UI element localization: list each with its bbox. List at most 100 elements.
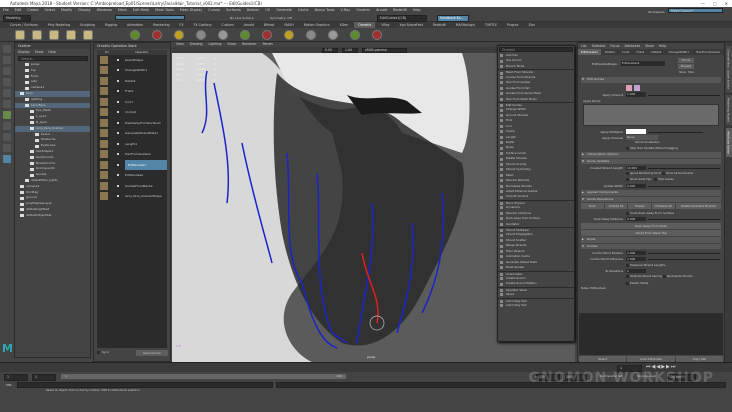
section-guide-updates[interactable]: Guide Updates — [581, 158, 721, 164]
guide-op-button[interactable]: Hide — [581, 203, 604, 209]
optimize-checkbox[interactable] — [626, 274, 629, 278]
custom-layout-icon[interactable] — [3, 155, 11, 163]
operator-row[interactable]: GuidesFromMesh2 — [97, 181, 167, 192]
shelf-tool-icon[interactable] — [15, 30, 25, 40]
outliner-menu-show[interactable]: Show — [35, 49, 44, 55]
operator-row[interactable]: larry_face_bremerShape — [97, 192, 167, 202]
operator-row[interactable]: Clump1 — [97, 108, 167, 118]
two-pane-layout-icon[interactable] — [3, 133, 11, 141]
workspace-select[interactable]: Maya Classic* — [668, 8, 723, 13]
enabled-toggle[interactable] — [117, 100, 119, 103]
outliner-search-input[interactable]: Search... — [18, 56, 88, 61]
operator-row[interactable]: beardShape — [97, 55, 167, 66]
select-tool-icon[interactable] — [3, 45, 11, 53]
quick-select-field[interactable]: EditGuides1(CB) — [377, 15, 427, 22]
enabled-toggle[interactable] — [117, 58, 119, 61]
section-applied-components[interactable]: Applied Components — [581, 190, 721, 196]
show-guide-tips-checkbox[interactable] — [626, 177, 629, 181]
undo-push-checkbox[interactable] — [626, 211, 629, 215]
rotate-tool-icon[interactable] — [3, 89, 11, 97]
apply-multiplier-slider[interactable] — [648, 131, 703, 133]
apply-multiplier-swatch[interactable] — [626, 129, 646, 134]
focus-button[interactable]: Focus — [678, 58, 694, 63]
ae-tab[interactable]: ChangeWidth1 — [665, 49, 692, 55]
move-tool-icon[interactable] — [3, 78, 11, 86]
shelf-tool-icon[interactable] — [83, 30, 93, 40]
scale-tool-icon[interactable] — [3, 100, 11, 108]
operator-row[interactable]: Frizz1 — [97, 87, 167, 97]
shelf-tool-icon[interactable] — [328, 30, 338, 40]
operator-row[interactable]: Detail1 — [97, 76, 167, 87]
outliner-item[interactable]: defaultObjectSet — [15, 213, 90, 219]
comb-mode-icon[interactable] — [634, 84, 640, 91]
operator-row[interactable]: GenerateStrandData1 — [97, 129, 167, 139]
mel-input[interactable] — [17, 382, 273, 388]
cp-influence-slider[interactable] — [648, 259, 720, 260]
shelf-tool-icon[interactable] — [240, 30, 250, 40]
section-roots[interactable]: Roots — [581, 237, 721, 243]
paint-tool-icon[interactable] — [3, 67, 11, 75]
section-guide-operations[interactable]: Guide Operations — [581, 196, 721, 202]
exposure-field[interactable]: 0.00 — [322, 47, 338, 53]
operator-row[interactable]: EditGuides2 — [97, 171, 167, 181]
show-cached-checkbox[interactable] — [661, 171, 665, 175]
shelf-tool-icon[interactable] — [218, 30, 228, 40]
operator-row[interactable]: Curl1 — [97, 97, 167, 108]
start-frame-field[interactable]: 1 — [4, 374, 28, 381]
hide-guides-checkbox[interactable] — [653, 177, 657, 181]
operator-row[interactable]: EditGuides1 — [97, 159, 167, 171]
outliner-menu-help[interactable]: Help — [48, 49, 55, 55]
shelf-tool-icon[interactable] — [284, 30, 294, 40]
enabled-toggle[interactable] — [117, 121, 119, 124]
shelf-tool-icon[interactable] — [196, 30, 206, 40]
mode-select[interactable]: Modeling — [3, 15, 31, 22]
maximize-button[interactable]: ▢ — [713, 0, 717, 7]
shelf-tool-icon[interactable] — [372, 30, 382, 40]
save-groom-button[interactable]: Save Groom — [136, 350, 168, 356]
ik-iterations-field[interactable]: 2 — [626, 268, 646, 274]
ae-tab[interactable]: Curl1 — [619, 49, 632, 55]
apply-amount-field[interactable]: 1.000 — [626, 92, 646, 97]
enabled-toggle[interactable] — [117, 132, 119, 135]
operator-row[interactable]: HairFromGuides1 — [97, 150, 167, 160]
ae-tab[interactable]: Frizz1 — [633, 49, 647, 55]
push-away-from-mesh-button[interactable]: Push Away From Mesh — [581, 223, 721, 229]
section-interpolation[interactable]: Interpolation Options — [581, 152, 721, 158]
side-tab-channel-box[interactable]: Channel Box / Layer Editor — [725, 46, 732, 92]
side-tab-modeling-toolkit[interactable]: Modeling Toolkit — [725, 94, 732, 126]
mel-label[interactable]: MEL — [6, 383, 12, 387]
preserve-lengths-checkbox[interactable] — [626, 263, 629, 267]
single-layout-icon[interactable] — [3, 122, 11, 130]
strand-length-field[interactable]: 10.000 — [626, 165, 646, 171]
gamma-field[interactable]: 1.00 — [342, 47, 358, 53]
ae-tab[interactable]: HairFromGuides1 — [693, 49, 723, 55]
enabled-toggle[interactable] — [117, 142, 119, 145]
operator-row[interactable]: PushAwayFromSurface1 — [97, 118, 167, 129]
enabled-toggle[interactable] — [117, 163, 119, 166]
presets-button[interactable]: Presets — [678, 64, 694, 69]
live-surface[interactable]: No Live Surface — [230, 16, 254, 20]
cp-position-field[interactable]: 1.000 — [626, 250, 646, 256]
push-away-field[interactable]: 0.000 — [626, 216, 646, 222]
selection-mask-toolbar[interactable] — [115, 15, 185, 20]
apply-ramp-graph[interactable] — [583, 103, 719, 126]
range-start-field[interactable]: 1 — [32, 374, 56, 381]
shelf-tool-icon[interactable] — [262, 30, 272, 40]
menu-search-input[interactable]: Ornatrix — [499, 47, 573, 52]
sync-checkbox[interactable] — [97, 351, 100, 354]
shelf-tool-icon[interactable] — [152, 30, 162, 40]
section-edit-guides[interactable]: Edit Guides — [581, 77, 721, 83]
enabled-toggle[interactable] — [117, 153, 119, 156]
colorspace-select[interactable]: sRGB gamma — [362, 47, 407, 53]
guide-op-button[interactable]: Delete Selected Strands — [675, 203, 722, 209]
enabled-toggle[interactable] — [117, 69, 119, 72]
ae-tab[interactable]: Detail1 — [648, 49, 664, 55]
four-pane-layout-icon[interactable] — [3, 144, 11, 152]
cp-influence-field[interactable]: 1.000 — [626, 256, 646, 262]
cp-position-slider[interactable] — [648, 253, 720, 254]
sign-in-button[interactable]: Sandbusk Ka... — [437, 15, 469, 22]
shelf-tool-icon[interactable] — [174, 30, 184, 40]
minimize-button[interactable]: — — [701, 0, 705, 7]
enabled-toggle[interactable] — [117, 111, 119, 114]
guide-op-button[interactable]: Unhide All — [604, 203, 628, 209]
